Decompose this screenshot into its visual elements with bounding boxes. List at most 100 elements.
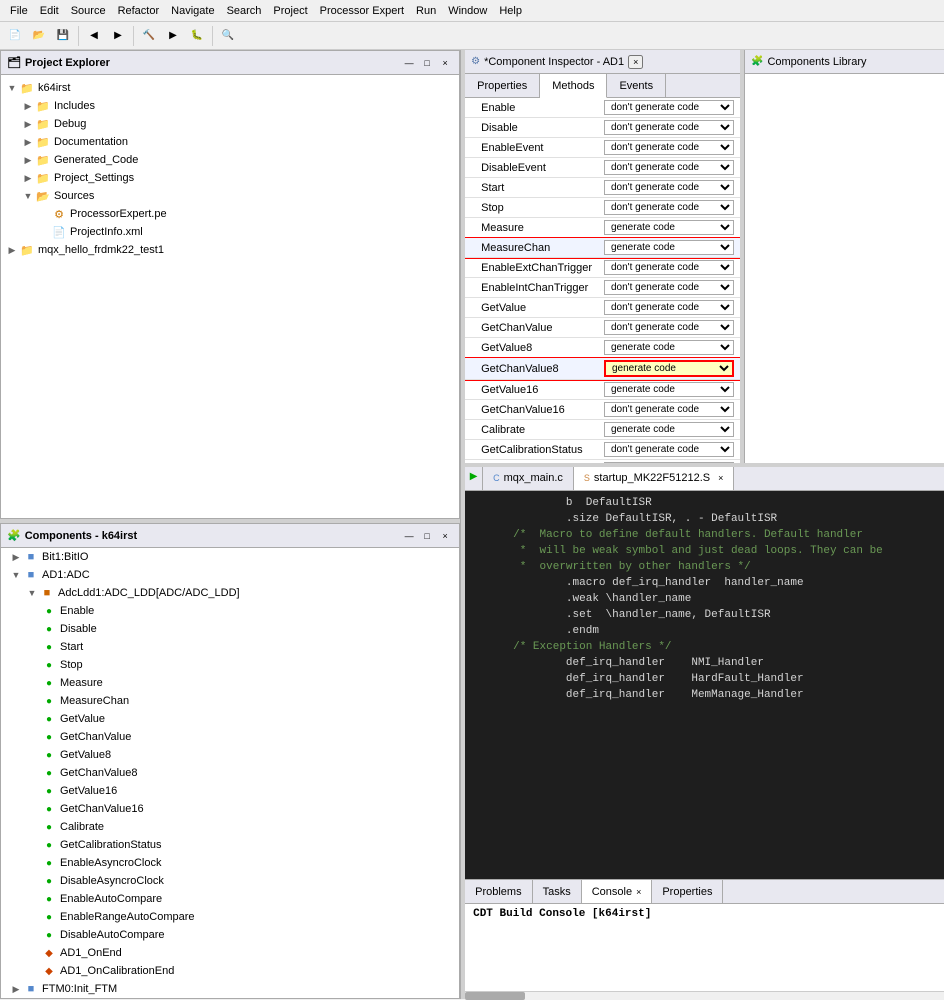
comp-item-calibrate[interactable]: ● Calibrate	[1, 818, 459, 836]
comp-close-btn[interactable]: ×	[437, 528, 453, 544]
comp-item-ftm0[interactable]: ▶ ■ FTM0:Init_FTM	[1, 980, 459, 998]
minimize-btn[interactable]: —	[401, 55, 417, 71]
code-line[interactable]: .macro def_irq_handler handler_name	[465, 575, 944, 591]
comp-item-disable[interactable]: ● Disable	[1, 620, 459, 638]
comp-item-getvalue8[interactable]: ● GetValue8	[1, 746, 459, 764]
code-line[interactable]: def_irq_handler HardFault_Handler	[465, 671, 944, 687]
comp-item-measure[interactable]: ● Measure	[1, 674, 459, 692]
code-line[interactable]: def_irq_handler NMI_Handler	[465, 655, 944, 671]
comp-item-getchanvalue16[interactable]: ● GetChanValue16	[1, 800, 459, 818]
tree-item-documentation[interactable]: ▶ 📁 Documentation	[1, 133, 459, 151]
method-value-cell[interactable]: don't generate codegenerate code	[598, 138, 740, 158]
menu-source[interactable]: Source	[65, 3, 112, 19]
method-select[interactable]: don't generate codegenerate code	[604, 340, 734, 355]
method-value-cell[interactable]: don't generate codegenerate code	[598, 420, 740, 440]
tab-methods[interactable]: Methods	[540, 74, 607, 98]
code-line[interactable]: /* Exception Handlers */	[465, 639, 944, 655]
method-select[interactable]: don't generate codegenerate code	[604, 402, 734, 417]
method-select[interactable]: don't generate codegenerate code	[604, 260, 734, 275]
tree-item-processorexpert[interactable]: ⚙ ProcessorExpert.pe	[1, 205, 459, 223]
method-select[interactable]: don't generate codegenerate code	[604, 442, 734, 457]
console-tab-console[interactable]: Console ×	[582, 880, 653, 903]
method-value-cell[interactable]: don't generate codegenerate code	[598, 318, 740, 338]
expand-generated-code[interactable]: ▶	[21, 153, 35, 167]
code-line[interactable]: * overwritten by other handlers */	[465, 559, 944, 575]
maximize-btn[interactable]: □	[419, 55, 435, 71]
method-select[interactable]: don't generate codegenerate code	[604, 360, 734, 377]
comp-item-ad1oncalibrationend[interactable]: ◆ AD1_OnCalibrationEnd	[1, 962, 459, 980]
menu-refactor[interactable]: Refactor	[112, 3, 166, 19]
method-value-cell[interactable]: don't generate codegenerate code	[598, 298, 740, 318]
comp-item-getchanvalue8[interactable]: ● GetChanValue8	[1, 764, 459, 782]
menu-help[interactable]: Help	[493, 3, 528, 19]
code-line[interactable]: .weak \handler_name	[465, 591, 944, 607]
menu-file[interactable]: File	[4, 3, 34, 19]
toolbar-back[interactable]: ◀	[83, 25, 105, 47]
method-select[interactable]: don't generate codegenerate code	[604, 220, 734, 235]
code-line[interactable]: .size DefaultISR, . - DefaultISR	[465, 511, 944, 527]
menu-run[interactable]: Run	[410, 3, 442, 19]
method-select[interactable]: don't generate codegenerate code	[604, 120, 734, 135]
expand-project-settings[interactable]: ▶	[21, 171, 35, 185]
method-value-cell[interactable]: don't generate codegenerate code	[598, 198, 740, 218]
tree-item-projectinfo[interactable]: 📄 ProjectInfo.xml	[1, 223, 459, 241]
expand-ftm0[interactable]: ▶	[9, 982, 23, 996]
method-value-cell[interactable]: don't generate codegenerate code	[598, 238, 740, 258]
expand-debug[interactable]: ▶	[21, 117, 35, 131]
toolbar-run[interactable]: ▶	[162, 25, 184, 47]
toolbar-forward[interactable]: ▶	[107, 25, 129, 47]
method-select[interactable]: don't generate codegenerate code	[604, 140, 734, 155]
tree-item-k64irst[interactable]: ▼ 📁 k64irst	[1, 79, 459, 97]
toolbar-save[interactable]: 💾	[52, 25, 74, 47]
method-value-cell[interactable]: don't generate codegenerate code	[598, 178, 740, 198]
method-value-cell[interactable]: don't generate codegenerate code	[598, 218, 740, 238]
comp-item-ad1onend[interactable]: ◆ AD1_OnEnd	[1, 944, 459, 962]
method-value-cell[interactable]: don't generate codegenerate code	[598, 380, 740, 400]
comp-item-enableautocompare[interactable]: ● EnableAutoCompare	[1, 890, 459, 908]
toolbar-build[interactable]: 🔨	[138, 25, 160, 47]
method-select[interactable]: don't generate codegenerate code	[604, 160, 734, 175]
method-value-cell[interactable]: don't generate codegenerate code	[598, 338, 740, 358]
expand-ad1[interactable]: ▼	[9, 568, 23, 582]
expand-k64irst[interactable]: ▼	[5, 81, 19, 95]
comp-item-ad1[interactable]: ▼ ■ AD1:ADC	[1, 566, 459, 584]
console-tab-problems[interactable]: Problems	[465, 880, 532, 903]
close-btn[interactable]: ×	[437, 55, 453, 71]
menu-search[interactable]: Search	[221, 3, 268, 19]
console-tab-properties[interactable]: Properties	[652, 880, 723, 903]
method-value-cell[interactable]: don't generate codegenerate code	[598, 278, 740, 298]
tree-item-mqx[interactable]: ▶ 📁 mqx_hello_frdmk22_test1	[1, 241, 459, 259]
code-line[interactable]: * will be weak symbol and just dead loop…	[465, 543, 944, 559]
comp-item-start[interactable]: ● Start	[1, 638, 459, 656]
method-select[interactable]: don't generate codegenerate code	[604, 200, 734, 215]
tree-item-generated-code[interactable]: ▶ 📁 Generated_Code	[1, 151, 459, 169]
expand-bit1[interactable]: ▶	[9, 550, 23, 564]
method-select[interactable]: don't generate codegenerate code	[604, 280, 734, 295]
expand-documentation[interactable]: ▶	[21, 135, 35, 149]
method-select[interactable]: don't generate codegenerate code	[604, 422, 734, 437]
toolbar-new[interactable]: 📄	[4, 25, 26, 47]
menu-project[interactable]: Project	[267, 3, 313, 19]
method-select[interactable]: don't generate codegenerate code	[604, 240, 734, 255]
comp-item-getchanvalue[interactable]: ● GetChanValue	[1, 728, 459, 746]
method-select[interactable]: don't generate codegenerate code	[604, 382, 734, 397]
tree-item-sources[interactable]: ▼ 📂 Sources	[1, 187, 459, 205]
comp-item-stop[interactable]: ● Stop	[1, 656, 459, 674]
method-value-cell[interactable]: don't generate codegenerate code	[598, 400, 740, 420]
method-value-cell[interactable]: don't generate codegenerate code	[598, 358, 740, 380]
expand-sources[interactable]: ▼	[21, 189, 35, 203]
method-value-cell[interactable]: don't generate codegenerate code	[598, 158, 740, 178]
comp-item-enable[interactable]: ● Enable	[1, 602, 459, 620]
method-value-cell[interactable]: don't generate codegenerate code	[598, 258, 740, 278]
tab-events[interactable]: Events	[607, 74, 666, 97]
comp-item-bit1[interactable]: ▶ ■ Bit1:BitIO	[1, 548, 459, 566]
comp-item-measurechan[interactable]: ● MeasureChan	[1, 692, 459, 710]
toolbar-search[interactable]: 🔍	[217, 25, 239, 47]
code-line[interactable]: .endm	[465, 623, 944, 639]
code-line[interactable]: .set \handler_name, DefaultISR	[465, 607, 944, 623]
console-tab-tasks[interactable]: Tasks	[533, 880, 582, 903]
comp-item-adcldd1[interactable]: ▼ ■ AdcLdd1:ADC_LDD[ADC/ADC_LDD]	[1, 584, 459, 602]
method-value-cell[interactable]: don't generate codegenerate code	[598, 118, 740, 138]
code-tab-mqx-main[interactable]: C mqx_main.c	[483, 467, 574, 490]
toolbar-debug[interactable]: 🐛	[186, 25, 208, 47]
